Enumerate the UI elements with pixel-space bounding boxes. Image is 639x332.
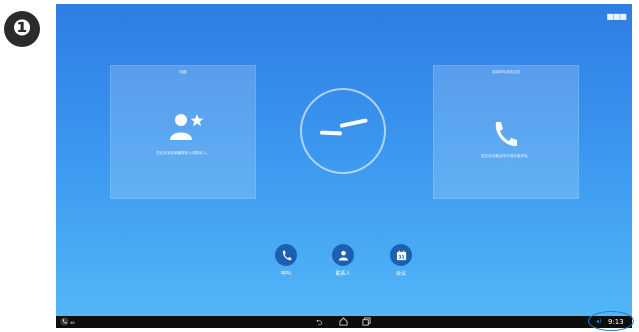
recent-apps-nav-icon[interactable] — [362, 317, 371, 326]
contacts-button[interactable]: 联系人 — [323, 244, 363, 277]
apps-grid-icon[interactable]: ■■■ — [606, 12, 627, 21]
device-frame: ■■■ 收藏 您还未添加收藏联系人或联系人。 未接呼叫或未应答 您还没有最近呼叫… — [56, 4, 632, 328]
phone-icon — [495, 122, 517, 147]
analog-clock — [300, 88, 386, 174]
back-nav-icon[interactable]: ⮌ — [316, 317, 322, 328]
recent-calls-title: 未接呼叫或未应答 — [491, 70, 521, 74]
meeting-label: 会议 — [395, 271, 406, 277]
phone-icon — [282, 250, 291, 260]
calendar-icon: 31 — [396, 249, 406, 260]
favorites-empty-text: 您还未添加收藏联系人或联系人。 — [156, 151, 210, 155]
favorites-panel[interactable]: 收藏 您还未添加收藏联系人或联系人。 — [110, 65, 256, 199]
person-icon — [338, 250, 348, 261]
home-screen: ■■■ 收藏 您还未添加收藏联系人或联系人。 未接呼叫或未应答 您还没有最近呼叫… — [56, 4, 632, 316]
call-button[interactable]: 呼叫 — [266, 244, 306, 277]
meeting-button[interactable]: 31 会议 — [381, 244, 421, 277]
clock-minute-hand — [339, 118, 368, 128]
highlight-callout-ring — [588, 311, 634, 331]
contacts-label: 联系人 — [335, 271, 351, 277]
call-label: 呼叫 — [280, 271, 291, 277]
clock-hour-hand — [319, 130, 343, 136]
person-star-icon — [170, 114, 204, 140]
recent-calls-panel[interactable]: 未接呼叫或未应答 您还没有最近呼叫或未接来电。 — [433, 65, 579, 199]
meeting-button-circle[interactable]: 31 — [390, 244, 412, 266]
favorites-title: 收藏 — [179, 70, 187, 74]
step-number-badge: ❶ — [4, 11, 40, 47]
recent-calls-empty-text: 您还没有最近呼叫或未接来电。 — [480, 154, 532, 158]
contacts-button-circle[interactable] — [332, 244, 354, 266]
phone-status-icon[interactable] — [60, 317, 69, 326]
call-button-circle[interactable] — [275, 244, 297, 266]
signal-indicator: ııııııı — [70, 320, 75, 325]
calendar-day-text: 31 — [398, 254, 404, 260]
system-status-bar: ııııııı ⮌ ◂) 9:13 — [56, 316, 632, 328]
home-nav-icon[interactable] — [339, 317, 348, 326]
